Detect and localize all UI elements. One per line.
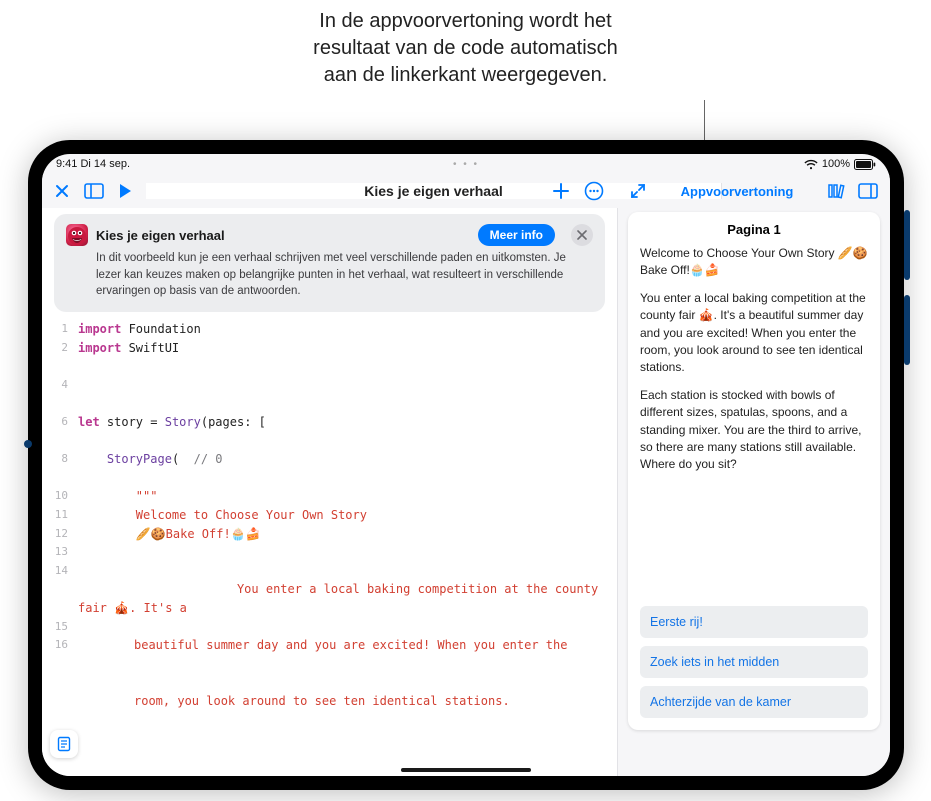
line-number <box>42 692 68 711</box>
code-token: import <box>78 322 121 336</box>
line-number: 4 <box>42 376 68 395</box>
line-number: 12 <box>42 525 68 544</box>
status-date: Di 14 sep. <box>80 158 130 170</box>
code-token: SwiftUI <box>121 341 179 355</box>
line-number: 16 <box>42 636 68 692</box>
more-icon[interactable] <box>584 181 604 201</box>
line-number <box>42 469 68 488</box>
choice-button[interactable]: Achterzijde van de kamer <box>640 686 868 718</box>
code-token: ( <box>172 452 194 466</box>
annotation-text: In de appvoorvertoning wordt het resulta… <box>0 8 931 89</box>
line-number: 6 <box>42 413 68 432</box>
line-number: 14 <box>42 562 68 618</box>
project-icon <box>66 224 88 246</box>
code-token: beautiful summer day and you are excited… <box>78 636 609 655</box>
preview-page-title: Pagina 1 <box>640 222 868 237</box>
add-icon[interactable] <box>552 181 570 201</box>
info-banner: Kies je eigen verhaal Meer info In dit v… <box>54 214 605 312</box>
code-token: Story <box>165 415 201 429</box>
multitask-dots-icon[interactable]: • • • <box>453 159 479 170</box>
code-token: 🥖🍪Bake Off!🧁🍰 <box>78 527 261 541</box>
status-bar: 9:41 Di 14 sep. • • • 100% <box>42 154 890 174</box>
editor-panel: Kies je eigen verhaal Meer info In dit v… <box>42 208 618 776</box>
annotation-line3: aan de linkerkant weergegeven. <box>0 62 931 89</box>
line-number <box>42 394 68 413</box>
ipad-screen: 9:41 Di 14 sep. • • • 100% <box>42 154 890 776</box>
line-number: 13 <box>42 543 68 562</box>
code-token: story = <box>100 415 165 429</box>
preview-paragraph: You enter a local baking competition at … <box>640 290 868 377</box>
status-left: 9:41 Di 14 sep. <box>56 158 130 170</box>
battery-percent: 100% <box>822 158 850 170</box>
ipad-frame: 9:41 Di 14 sep. • • • 100% <box>28 140 904 790</box>
line-number: 8 <box>42 450 68 469</box>
status-right: 100% <box>804 158 876 170</box>
code-editor[interactable]: 1 2 4 6 8 10 11 12 13 14 15 <box>42 320 617 776</box>
close-banner-button[interactable] <box>571 224 593 246</box>
ipad-side-button <box>904 210 910 280</box>
status-time: 9:41 <box>56 158 77 170</box>
ipad-side-button <box>904 295 910 365</box>
library-icon[interactable] <box>828 183 846 199</box>
annotation-line1: In de appvoorvertoning wordt het <box>0 8 931 35</box>
code-token: Welcome to Choose Your Own Story <box>78 508 367 522</box>
choice-button[interactable]: Zoek iets in het midden <box>640 646 868 678</box>
expand-icon[interactable] <box>630 183 646 199</box>
line-number: 1 <box>42 320 68 339</box>
line-number: 11 <box>42 506 68 525</box>
banner-title: Kies je eigen verhaal <box>96 228 225 243</box>
code-token: // 0 <box>194 452 223 466</box>
wifi-icon <box>804 159 818 170</box>
preview-title[interactable]: Appvoorvertoning <box>656 184 818 199</box>
line-number <box>42 357 68 376</box>
ipad-camera <box>24 440 32 448</box>
code-token: StoryPage <box>107 452 172 466</box>
line-number: 15 <box>42 618 68 637</box>
home-indicator[interactable] <box>401 768 531 772</box>
more-info-button[interactable]: Meer info <box>478 224 555 246</box>
preview-paragraph: Each station is stocked with bowls of di… <box>640 387 868 474</box>
line-number: 10 <box>42 487 68 506</box>
line-number <box>42 432 68 451</box>
code-token: let <box>78 415 100 429</box>
code-token: (pages: [ <box>201 415 266 429</box>
preview-paragraph: Welcome to Choose Your Own Story 🥖🍪Bake … <box>640 245 868 280</box>
code-token: import <box>78 341 121 355</box>
line-number: 2 <box>42 339 68 358</box>
banner-body: In dit voorbeeld kun je een verhaal schr… <box>66 250 593 300</box>
line-gutter: 1 2 4 6 8 10 11 12 13 14 15 <box>42 320 74 776</box>
docs-button[interactable] <box>50 730 78 758</box>
annotation-line2: resultaat van de code automatisch <box>0 35 931 62</box>
preview-panel: Pagina 1 Welcome to Choose Your Own Stor… <box>618 208 890 776</box>
code-content[interactable]: import Foundation import SwiftUI let sto… <box>78 320 609 776</box>
app-preview: Pagina 1 Welcome to Choose Your Own Stor… <box>628 212 880 730</box>
choice-button[interactable]: Eerste rij! <box>640 606 868 638</box>
code-token: """ <box>78 489 157 503</box>
code-token: Foundation <box>121 322 200 336</box>
line-number <box>42 711 68 730</box>
code-token: room, you look around to see ten identic… <box>78 692 609 711</box>
battery-icon <box>854 159 876 170</box>
code-token: You enter a local baking competition at … <box>78 582 605 615</box>
panel-icon[interactable] <box>858 183 878 199</box>
